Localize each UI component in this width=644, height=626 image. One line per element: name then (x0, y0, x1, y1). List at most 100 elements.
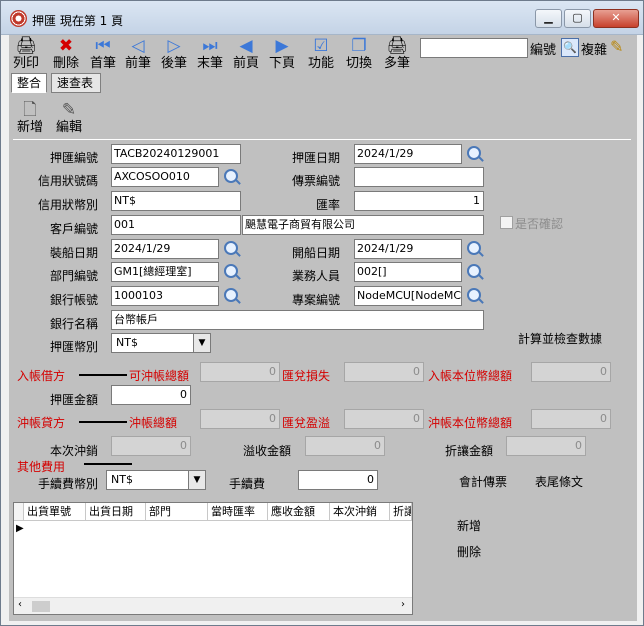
search-icon[interactable]: 🔍 (561, 38, 579, 57)
over-field: 0 (305, 436, 385, 456)
chevron-down-icon: ▼ (193, 334, 210, 352)
local-total-field: 0 (531, 362, 611, 382)
remit-no-field[interactable]: TACB20240129001 (111, 144, 241, 164)
printer-icon: 🖨 (15, 36, 37, 56)
grid-delete-button[interactable]: 刪除 (457, 543, 481, 560)
edit-button[interactable]: ✎ 編輯 (54, 99, 84, 137)
ship-date-field[interactable]: 2024/1/29 (111, 239, 219, 259)
sail-date-field[interactable]: 2024/1/29 (354, 239, 462, 259)
column-header[interactable]: 出貨日期 (86, 503, 146, 521)
function-button[interactable]: ☑ 功能 (306, 35, 336, 73)
customer-name-field[interactable]: 颶慧電子商貿有限公司 (242, 215, 484, 235)
delete-button[interactable]: ✖ 刪除 (51, 35, 81, 73)
column-header[interactable]: 本次沖銷 (330, 503, 390, 521)
search-icon[interactable] (467, 264, 481, 278)
printer-icon: 🖨 (386, 36, 408, 56)
fee-currency-select[interactable]: NT$ ▼ (106, 470, 206, 490)
divider (79, 374, 127, 376)
column-header[interactable]: 出貨單號 (24, 503, 86, 521)
voucher-label: 傳票編號 (291, 174, 340, 188)
multi-print-button[interactable]: 🖨 多筆 (382, 35, 412, 73)
fee-label: 手續費 (229, 477, 266, 491)
prev-page-button[interactable]: ◀ 前頁 (231, 35, 261, 73)
first-icon: ⏮ (95, 36, 111, 56)
lc-no-label: 信用狀號碼 (37, 174, 98, 188)
credit-local-label: 沖帳本位幣總額 (428, 416, 513, 430)
tab-integrated[interactable]: 整合 (11, 73, 47, 93)
horizontal-scrollbar[interactable]: ‹ › (14, 597, 412, 614)
customer-code-field[interactable]: 001 (111, 215, 241, 235)
acct-voucher-button[interactable]: 會計傳票 (459, 473, 507, 490)
sail-date-label: 開船日期 (291, 246, 340, 260)
new-doc-icon: 🗋 (23, 100, 37, 120)
discount-field: 0 (506, 436, 586, 456)
search-icon[interactable] (224, 264, 238, 278)
remit-currency-label: 押匯幣別 (49, 340, 98, 354)
confirmed-label: 是否確認 (515, 217, 564, 231)
window-title: 押匯 現在第 1 頁 (32, 14, 124, 28)
first-record-button[interactable]: ⏮ 首筆 (88, 35, 118, 73)
search-icon[interactable] (467, 241, 481, 255)
voucher-field[interactable] (354, 167, 484, 187)
search-icon[interactable] (224, 241, 238, 255)
search-icon[interactable] (224, 288, 238, 302)
content-area: 🖨 列印 ✖ 刪除 ⏮ 首筆 ◁ 前筆 ▷ 後筆 ⏭ 末筆 ◀ 前頁 ▶ 下頁 ☑ 功能 ❐ 切換 … (9, 35, 637, 621)
next-icon: ▷ (167, 36, 181, 56)
fx-gain-label: 匯兌盈溢 (282, 416, 331, 430)
divider (84, 463, 132, 465)
search-icon[interactable] (467, 146, 481, 160)
calc-check-button[interactable]: 計算並檢查數據 (518, 330, 602, 347)
column-header[interactable]: 部門 (146, 503, 208, 521)
prev-record-button[interactable]: ◁ 前筆 (123, 35, 153, 73)
credit-total-field: 0 (200, 409, 280, 429)
bank-name-field[interactable]: 台幣帳戶 (111, 310, 484, 330)
project-field[interactable]: NodeMCU[NodeMCU專 (354, 286, 462, 306)
checklist-icon: ☑ (313, 36, 329, 56)
search-icon[interactable] (467, 288, 481, 302)
last-record-button[interactable]: ⏭ 末筆 (195, 35, 225, 73)
tool-icon[interactable]: ✎ (610, 37, 623, 56)
dept-field[interactable]: GM1[總經理室] (111, 262, 219, 282)
fee-field[interactable]: 0 (298, 470, 378, 490)
search-icon[interactable] (224, 169, 238, 183)
next-page-button[interactable]: ▶ 下頁 (267, 35, 297, 73)
column-header[interactable]: 當時匯率 (208, 503, 268, 521)
this-offset-field: 0 (111, 436, 191, 456)
staff-field[interactable]: 002[] (354, 262, 462, 282)
maximize-button[interactable]: ▢ (564, 9, 591, 28)
bank-acct-field[interactable]: 1000103 (111, 286, 219, 306)
minimize-button[interactable]: ▁ (535, 9, 562, 28)
fee-currency-label: 手續費幣別 (37, 477, 98, 491)
lc-no-field[interactable]: AXCOSOO010 (111, 167, 219, 187)
remit-date-field[interactable]: 2024/1/29 (354, 144, 462, 164)
remit-currency-select[interactable]: NT$ ▼ (111, 333, 211, 353)
form-panel: 押匯編號 TACB20240129001 押匯日期 2024/1/29 信用狀號… (13, 139, 631, 494)
rate-field[interactable]: 1 (354, 191, 484, 211)
tab-quick-lookup[interactable]: 速查表 (51, 73, 101, 93)
switch-button[interactable]: ❐ 切換 (344, 35, 374, 73)
detail-grid[interactable]: 出貨單號 出貨日期 部門 當時匯率 應收金額 本次沖銷 折讓 ▶ ‹ › (13, 502, 413, 615)
over-label: 溢收金額 (243, 444, 292, 458)
confirmed-checkbox[interactable] (500, 216, 513, 229)
remit-amount-field[interactable]: 0 (111, 385, 191, 405)
next-record-button[interactable]: ▷ 後筆 (159, 35, 189, 73)
column-header[interactable]: 折讓 (390, 503, 412, 521)
column-header[interactable]: 應收金額 (268, 503, 330, 521)
dept-label: 部門編號 (49, 269, 98, 283)
new-button[interactable]: 🗋 新增 (15, 99, 45, 137)
search-input[interactable] (420, 38, 528, 58)
footer-text-button[interactable]: 表尾條文 (535, 473, 583, 490)
offset-total-field: 0 (200, 362, 280, 382)
scrollbar-thumb[interactable] (32, 601, 50, 612)
fx-gain-field: 0 (344, 409, 424, 429)
lc-currency-field[interactable]: NT$ (111, 191, 241, 211)
copy-label[interactable]: 複雜 (581, 39, 607, 58)
row-selector-header (14, 503, 24, 521)
close-button[interactable]: ✕ (593, 9, 639, 28)
bank-name-label: 銀行名稱 (49, 317, 98, 331)
print-button[interactable]: 🖨 列印 (11, 35, 41, 73)
grid-add-button[interactable]: 新增 (457, 517, 481, 534)
chevron-left-icon[interactable]: ‹ (18, 599, 22, 610)
chevron-right-icon[interactable]: › (401, 599, 405, 610)
credit-label: 沖帳貸方 (17, 416, 66, 430)
